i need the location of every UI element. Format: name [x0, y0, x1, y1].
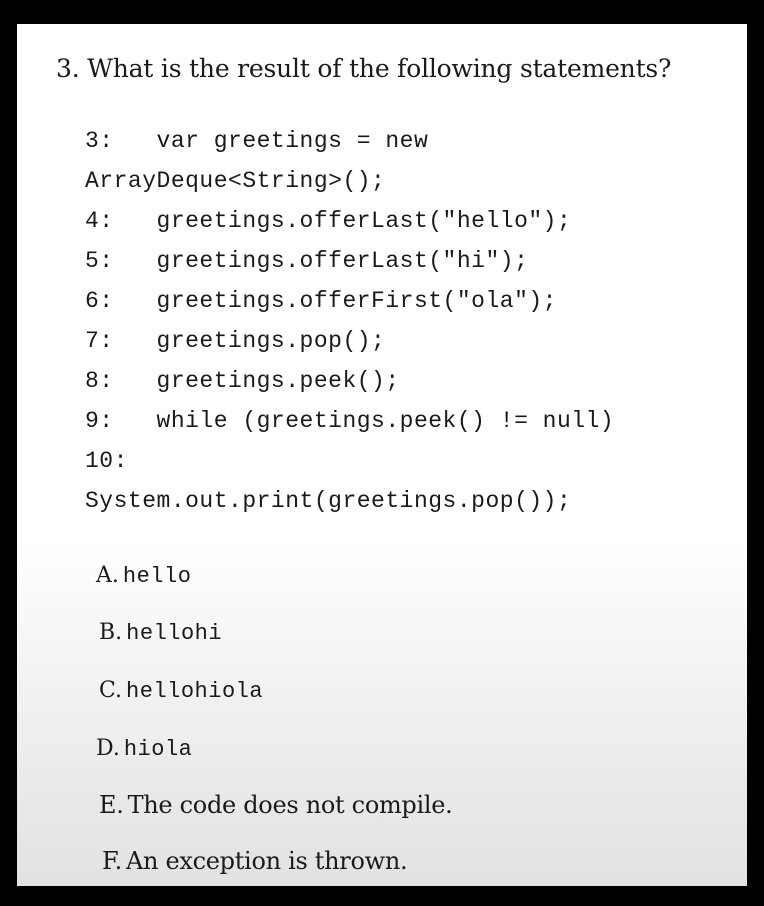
- option-b-text: hellohi: [126, 621, 223, 646]
- code-line-3: 3: var greetings = new: [85, 128, 429, 154]
- code-line-10-cont: System.out.print(greetings.pop());: [85, 488, 572, 514]
- code-line-5: 5: greetings.offerLast("hi");: [85, 248, 529, 274]
- option-a-text: hello: [122, 564, 192, 589]
- option-f-letter: F.: [102, 847, 122, 875]
- code-line-8: 8: greetings.peek();: [85, 368, 400, 394]
- code-line-9: 9: while (greetings.peek() != null): [85, 408, 615, 434]
- option-e-text: The code does not compile.: [127, 791, 453, 819]
- option-b[interactable]: B. hellohi: [99, 620, 222, 646]
- option-a-letter: A.: [96, 563, 119, 588]
- option-b-letter: B.: [99, 620, 123, 645]
- code-line-3-cont: ArrayDeque<String>();: [85, 168, 386, 194]
- option-c-text: hellohiola: [126, 679, 264, 704]
- question-card: 3. What is the result of the following s…: [17, 24, 747, 886]
- option-d-text: hiola: [123, 737, 193, 762]
- code-line-7: 7: greetings.pop();: [85, 328, 386, 354]
- option-f[interactable]: F. An exception is thrown.: [102, 847, 408, 875]
- question-text: 3. What is the result of the following s…: [56, 54, 672, 83]
- code-line-6: 6: greetings.offerFirst("ola");: [85, 288, 557, 314]
- code-line-10: 10:: [85, 448, 128, 474]
- option-f-text: An exception is thrown.: [125, 847, 408, 875]
- option-e[interactable]: E. The code does not compile.: [99, 791, 453, 819]
- option-c[interactable]: C. hellohiola: [99, 678, 263, 704]
- option-a[interactable]: A. hello: [96, 563, 191, 589]
- option-d-letter: D.: [96, 736, 120, 761]
- option-c-letter: C.: [99, 678, 123, 703]
- option-e-letter: E.: [99, 791, 124, 819]
- option-d[interactable]: D. hiola: [96, 736, 192, 762]
- code-line-4: 4: greetings.offerLast("hello");: [85, 208, 572, 234]
